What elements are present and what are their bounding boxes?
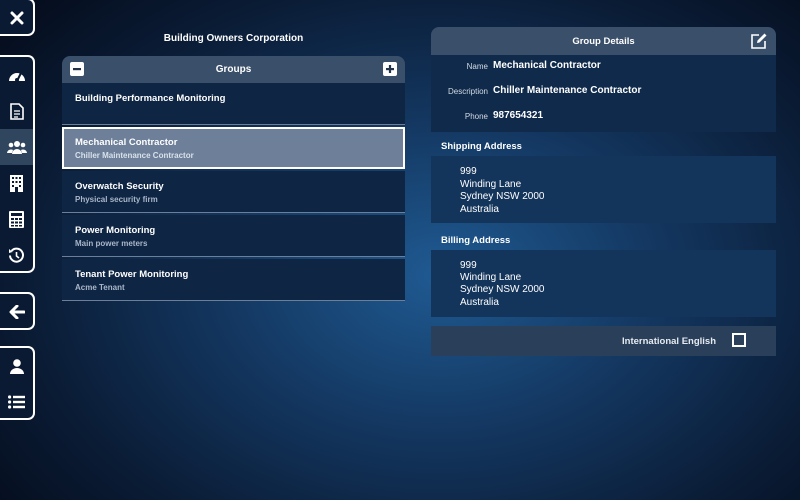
phone-row: Phone 987654321 [431,109,776,125]
groups-list: Building Performance Monitoring Mechanic… [62,83,405,303]
sidebar-item-groups[interactable] [0,129,33,165]
group-description: Physical security firm [75,195,158,204]
group-name: Building Performance Monitoring [75,93,226,104]
phone-label: Phone [464,112,488,121]
close-button[interactable] [0,0,33,36]
add-group-button[interactable] [383,62,397,76]
address-line: Sydney NSW 2000 [460,284,545,295]
close-icon [10,11,23,25]
sidebar-user-block [0,346,35,420]
group-description: Acme Tenant [75,283,125,292]
address-line: Australia [460,297,499,308]
sidebar-item-refresh[interactable] [0,237,33,273]
sidebar-back-block [0,292,35,330]
group-row-mechanical-contractor[interactable]: Mechanical Contractor Chiller Maintenanc… [62,127,405,169]
address-line: Winding Lane [460,272,522,283]
international-english-checkbox[interactable] [732,333,746,347]
address-line: Sydney NSW 2000 [460,191,545,202]
group-row-overwatch-security[interactable]: Overwatch Security Physical security fir… [62,171,405,213]
group-row-tenant-power-monitoring[interactable]: Tenant Power Monitoring Acme Tenant [62,259,405,301]
sidebar-item-dashboard[interactable] [0,57,33,93]
phone-value: 987654321 [493,110,544,121]
list-button[interactable] [0,384,33,420]
group-details-title: Group Details [572,36,635,47]
back-button[interactable] [0,294,33,330]
groups-header: Groups [62,56,405,83]
group-name: Tenant Power Monitoring [75,269,189,280]
sidebar-close-block [0,0,35,36]
plus-icon [386,65,394,73]
address-line: 999 [460,260,477,271]
sidebar-item-documents[interactable] [0,93,33,129]
name-value: Mechanical Contractor [493,60,601,71]
dashboard-icon [8,72,25,82]
groups-icon [6,140,27,154]
edit-button[interactable] [750,32,768,50]
name-row: Name Mechanical Contractor [431,59,776,75]
international-english-label: International English [622,336,716,347]
group-details-header: Group Details [431,27,776,55]
group-row-building-performance[interactable]: Building Performance Monitoring [62,83,405,125]
sidebar-item-buildings[interactable] [0,165,33,201]
refresh-icon [9,247,24,263]
sidebar-item-calculator[interactable] [0,201,33,237]
shipping-address-block: 999 Winding Lane Sydney NSW 2000 Austral… [431,156,776,223]
building-icon [10,174,23,192]
description-value: Chiller Maintenance Contractor [493,85,642,96]
sidebar-nav-block [0,55,35,273]
description-row: Description Chiller Maintenance Contract… [431,84,776,100]
groups-title: Groups [215,64,252,75]
name-label: Name [466,62,488,71]
group-description: Chiller Maintenance Contractor [75,151,194,160]
address-line: 999 [460,166,477,177]
group-row-power-monitoring[interactable]: Power Monitoring Main power meters [62,215,405,257]
shipping-address-label: Shipping Address [441,141,522,152]
corporation-title: Building Owners Corporation [163,33,304,44]
group-name: Mechanical Contractor [75,137,178,148]
address-line: Australia [460,204,499,215]
group-name: Overwatch Security [75,181,164,192]
billing-address-block: 999 Winding Lane Sydney NSW 2000 Austral… [431,250,776,317]
edit-icon [751,33,767,49]
description-label: Description [447,87,488,96]
billing-address-label: Billing Address [441,235,511,246]
back-arrow-icon [9,305,25,319]
user-icon [9,358,24,374]
group-description: Main power meters [75,239,148,248]
calculator-icon [9,210,24,228]
document-icon [9,102,24,120]
group-details-body: Name Mechanical Contractor Description C… [431,55,776,132]
international-english-row: International English [431,326,776,356]
user-button[interactable] [0,348,33,384]
group-name: Power Monitoring [75,225,156,236]
address-line: Winding Lane [460,179,522,190]
list-icon [8,395,25,409]
